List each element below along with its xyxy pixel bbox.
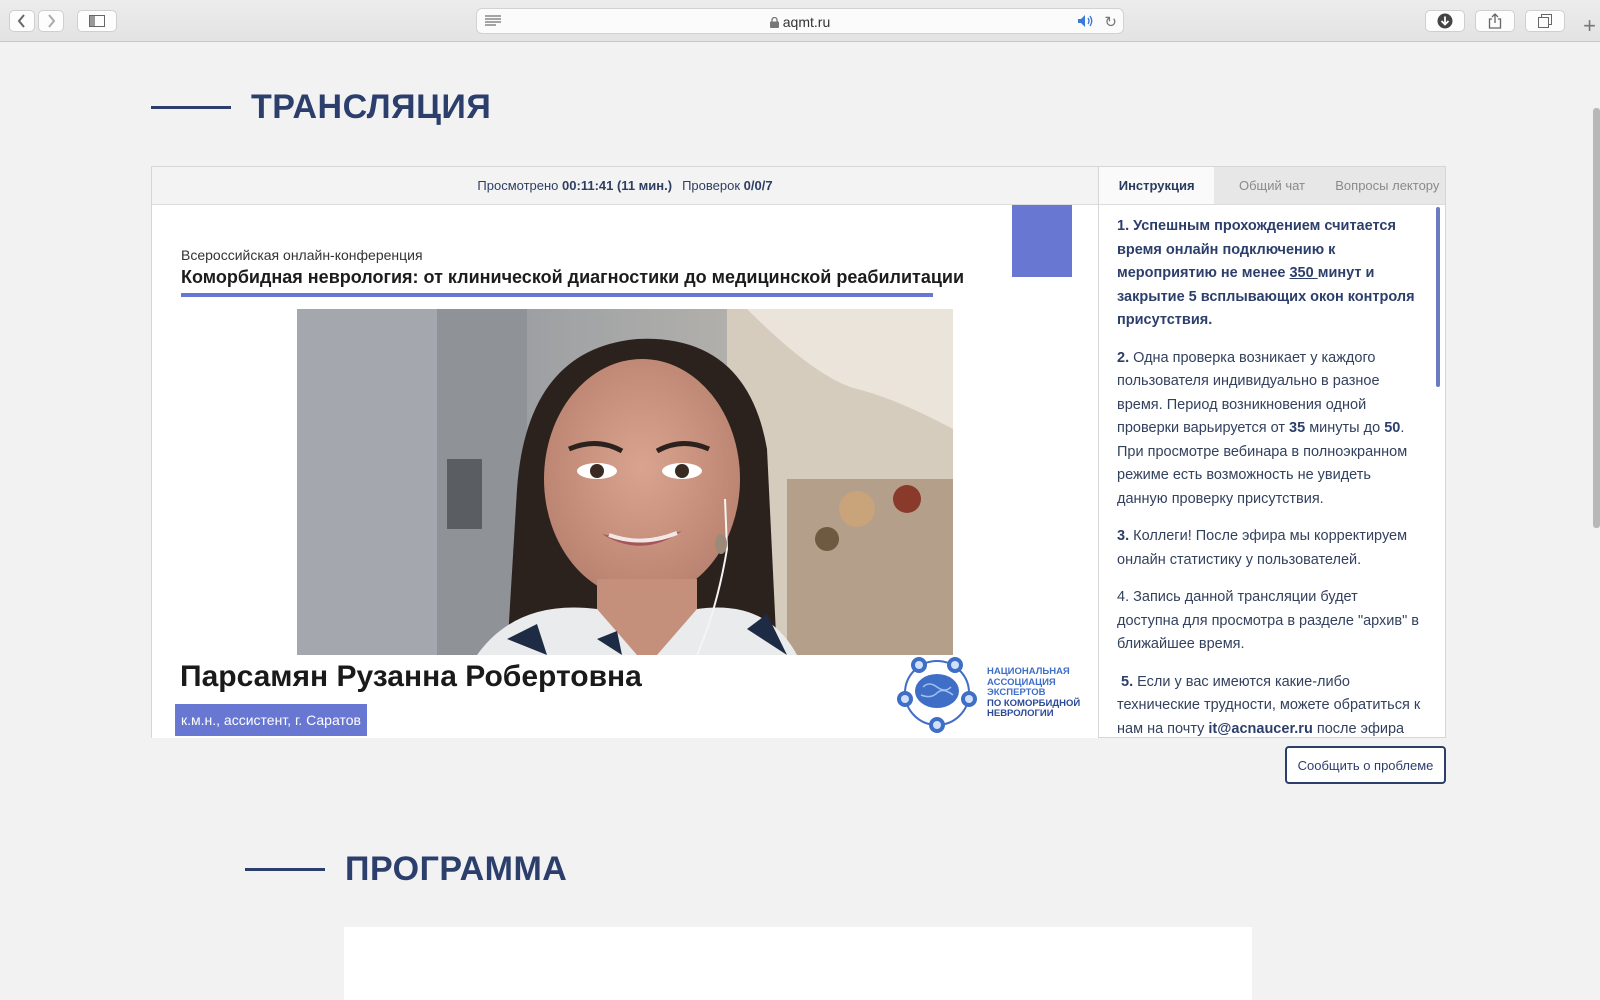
speaker-name: Парсамян Рузанна Робертовна bbox=[180, 660, 642, 693]
share-button[interactable] bbox=[1475, 10, 1515, 32]
instruction-minutes: 350 bbox=[1289, 265, 1318, 281]
support-email-link[interactable]: it@acnaucer.ru bbox=[1208, 721, 1312, 737]
instruction-range-to: 50 bbox=[1384, 420, 1401, 436]
program-title: ПРОГРАММА bbox=[345, 850, 568, 888]
reload-icon[interactable]: ↻ bbox=[1104, 13, 1117, 31]
instruction-number: 3. bbox=[1117, 528, 1130, 544]
checks-value: 0/0/7 bbox=[743, 178, 773, 193]
heading-rule bbox=[151, 106, 231, 109]
download-icon bbox=[1437, 13, 1453, 29]
report-problem-button[interactable]: Сообщить о проблеме bbox=[1285, 746, 1446, 784]
instruction-text: Коллеги! После эфира мы корректируем онл… bbox=[1117, 528, 1408, 568]
back-icon bbox=[17, 14, 25, 28]
association-logo-emblem bbox=[897, 657, 977, 733]
player-stats-bar: Просмотрено 00:11:41 (11 мин.) Проверок … bbox=[152, 167, 1098, 205]
presentation-slide: Всероссийская онлайн-конференция Коморби… bbox=[152, 205, 1098, 738]
logo-line: ЭКСПЕРТОВ bbox=[987, 687, 1046, 698]
instruction-2: 2. Одна проверка возникает у каждого пол… bbox=[1117, 347, 1421, 512]
back-button[interactable] bbox=[9, 10, 35, 32]
tab-lecturer-questions[interactable]: Вопросы лектору bbox=[1330, 167, 1445, 204]
address-bar[interactable]: aqmt.ru ↻ bbox=[476, 8, 1124, 34]
url-text: aqmt.ru bbox=[782, 14, 831, 30]
logo-line: НЕВРОЛОГИИ bbox=[987, 708, 1054, 719]
side-tabs: Инструкция Общий чат Вопросы лектору bbox=[1099, 167, 1445, 205]
tab-instructions[interactable]: Инструкция bbox=[1099, 167, 1215, 204]
lock-icon bbox=[769, 17, 779, 28]
logo-line: НАЦИОНАЛЬНАЯ bbox=[987, 666, 1070, 677]
page-scrollbar[interactable] bbox=[1593, 108, 1600, 528]
conference-title: Коморбидная неврология: от клинической д… bbox=[181, 267, 965, 287]
slide-accent-block bbox=[1012, 205, 1072, 277]
instruction-text: минуты до bbox=[1305, 420, 1385, 436]
speaker-video bbox=[297, 309, 953, 655]
instruction-text: после эфира bbox=[1312, 720, 1405, 737]
instruction-3: 3. Коллеги! После эфира мы корректируем … bbox=[1117, 525, 1421, 572]
conference-type: Всероссийская онлайн-конференция bbox=[181, 247, 423, 263]
instruction-number: 2. bbox=[1117, 349, 1130, 366]
forward-button[interactable] bbox=[38, 10, 64, 32]
share-icon bbox=[1488, 13, 1502, 29]
viewed-value: 00:11:41 (11 мин.) bbox=[562, 178, 673, 193]
sidebar-button[interactable] bbox=[77, 10, 117, 32]
video-player[interactable]: Просмотрено 00:11:41 (11 мин.) Проверок … bbox=[151, 166, 1099, 738]
instruction-5: 5. Если у вас имеются какие-либо техниче… bbox=[1117, 671, 1421, 739]
checks-label: Проверок bbox=[682, 178, 741, 193]
instruction-1: 1. Успешным прохождением считается время… bbox=[1117, 215, 1421, 333]
speaker-video-frame bbox=[297, 309, 953, 655]
tabs-button[interactable] bbox=[1525, 10, 1565, 32]
instruction-number: 5. bbox=[1121, 673, 1134, 690]
broadcast-heading: ТРАНСЛЯЦИЯ bbox=[151, 88, 491, 127]
browser-toolbar: aqmt.ru ↻ + bbox=[0, 0, 1600, 42]
association-logo: НАЦИОНАЛЬНАЯ АССОЦИАЦИЯ ЭКСПЕРТОВ ПО КОМ… bbox=[897, 655, 1097, 735]
tab-general-chat[interactable]: Общий чат bbox=[1214, 167, 1329, 204]
instruction-4: 4. Запись данной трансляции будет доступ… bbox=[1117, 589, 1419, 652]
association-logo-text: НАЦИОНАЛЬНАЯ АССОЦИАЦИЯ ЭКСПЕРТОВ ПО КОМ… bbox=[987, 666, 1080, 720]
sound-icon[interactable] bbox=[1077, 14, 1095, 28]
tabs-icon bbox=[1538, 14, 1552, 28]
heading-rule bbox=[245, 868, 325, 871]
viewed-label: Просмотрено bbox=[477, 178, 559, 193]
program-heading: ПРОГРАММА bbox=[245, 850, 567, 889]
download-button[interactable] bbox=[1425, 10, 1465, 32]
side-panel: Инструкция Общий чат Вопросы лектору 1. … bbox=[1099, 166, 1446, 738]
url-wrapper: aqmt.ru bbox=[477, 14, 1123, 30]
sidebar-icon bbox=[89, 15, 105, 27]
program-content bbox=[344, 927, 1252, 1000]
conference-underline bbox=[181, 293, 933, 297]
speaker-role: к.м.н., ассистент, г. Саратов bbox=[175, 704, 367, 736]
instructions-scrollbar[interactable] bbox=[1436, 207, 1440, 387]
instruction-range-from: 35 bbox=[1289, 420, 1306, 436]
instructions-panel[interactable]: 1. Успешным прохождением считается время… bbox=[1099, 205, 1445, 738]
new-tab-icon[interactable]: + bbox=[1583, 15, 1596, 37]
broadcast-title: ТРАНСЛЯЦИЯ bbox=[251, 88, 492, 126]
forward-icon bbox=[48, 14, 56, 28]
